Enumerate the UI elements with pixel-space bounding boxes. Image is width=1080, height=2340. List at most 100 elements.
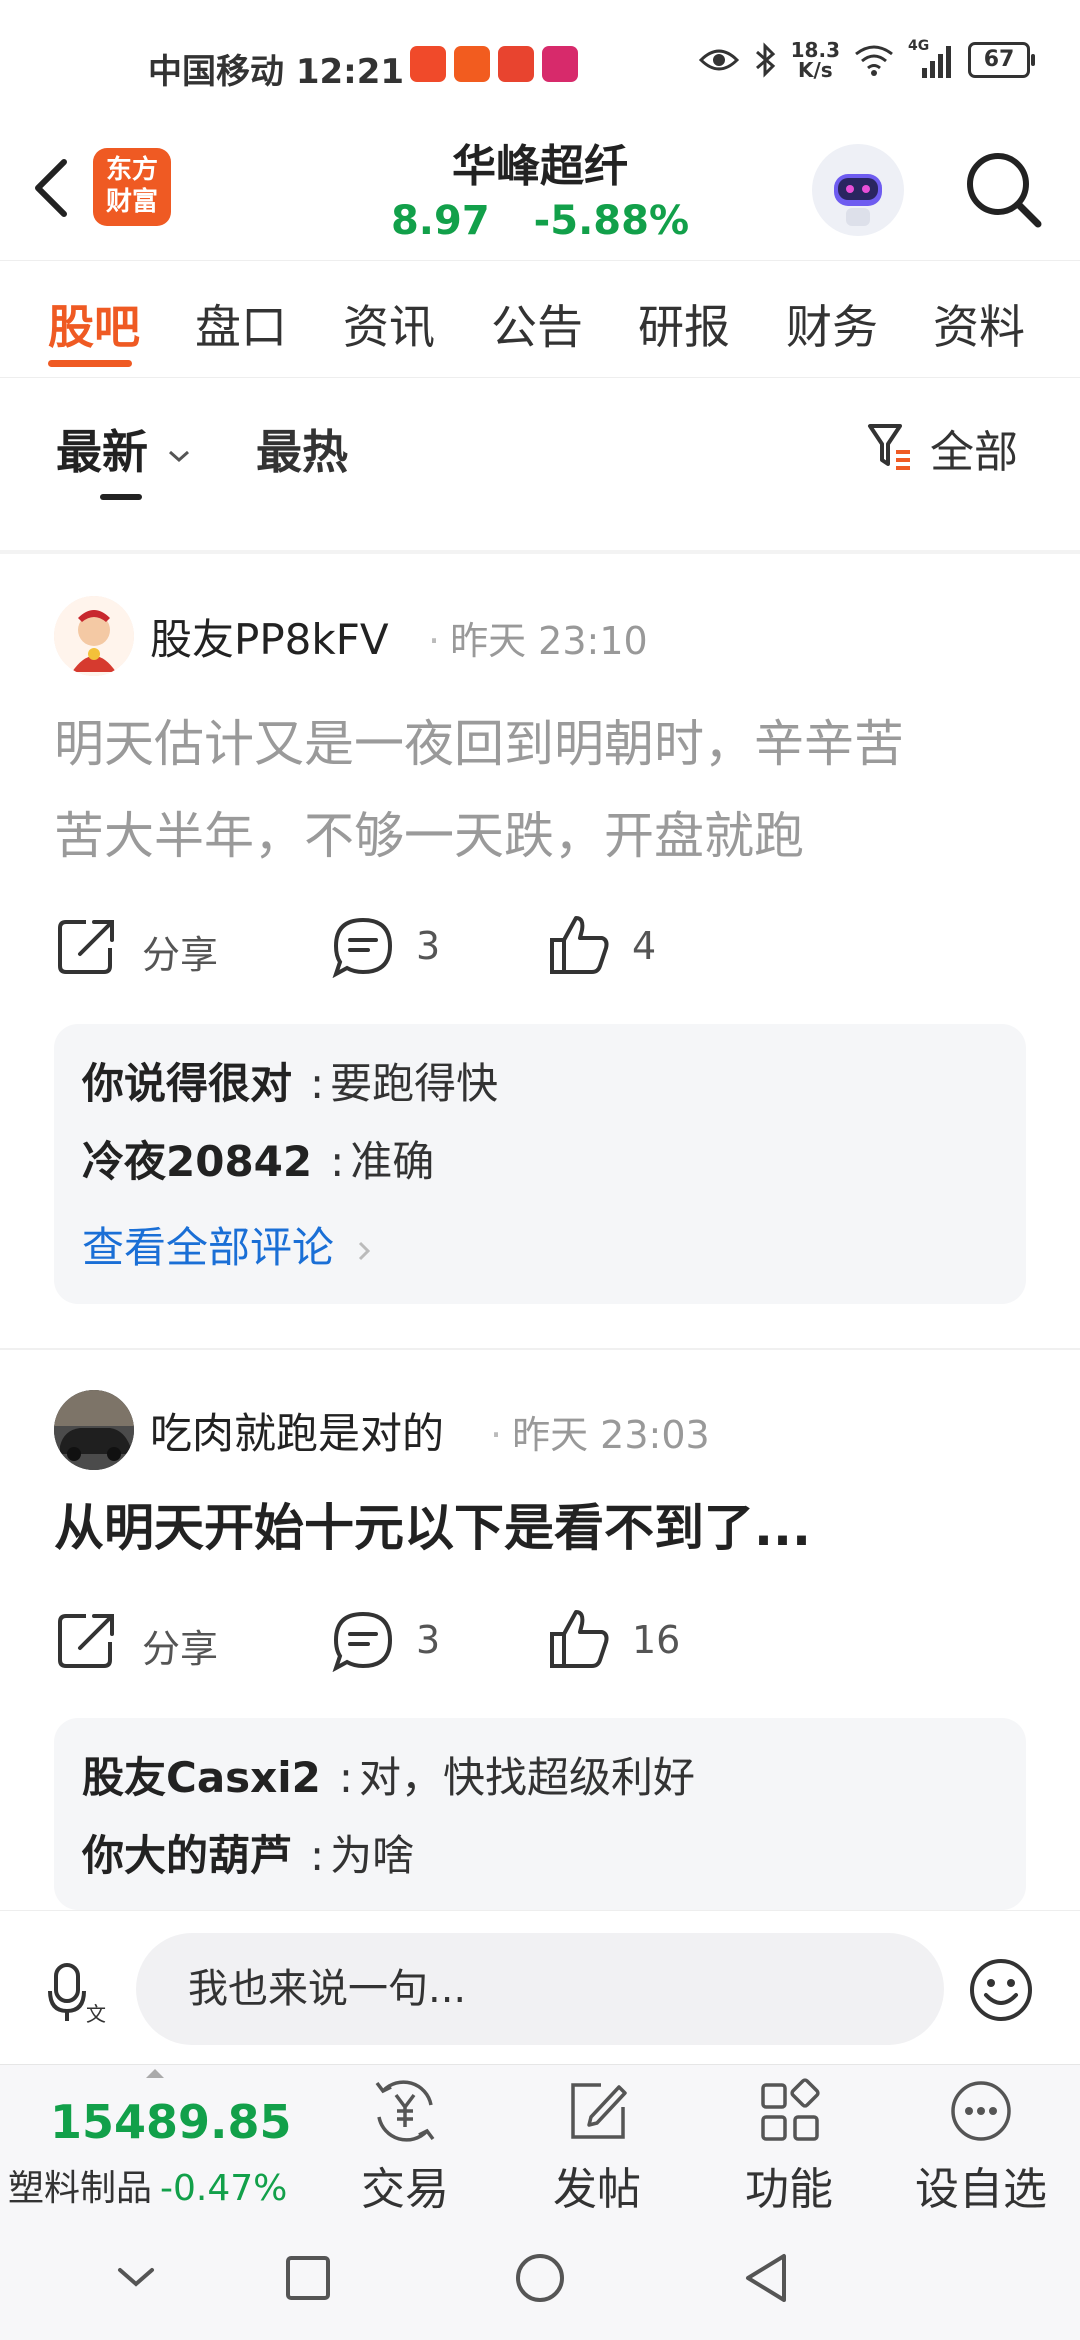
post-content[interactable]: 明天估计又是一夜回到明朝时，辛辛苦 苦大半年，不够一天跌，开盘就跑 bbox=[54, 698, 904, 882]
grid-icon bbox=[761, 2078, 820, 2141]
comment-item[interactable]: 你说得很对: 要跑得快 bbox=[82, 1050, 498, 1111]
comment-count[interactable]: 3 bbox=[416, 924, 440, 968]
sort-active-indicator bbox=[100, 494, 142, 500]
section-tabs: 股吧 盘口 资讯 公告 研报 财务 资料 bbox=[0, 260, 1080, 378]
app-notification-icon bbox=[498, 46, 534, 82]
comment-preview[interactable]: 你说得很对: 要跑得快 冷夜20842: 准确 查看全部评论 bbox=[54, 1024, 1026, 1304]
tab-research[interactable]: 研报 bbox=[638, 291, 730, 357]
bottom-toolbar: 15489.85 塑料制品 -0.47% 交易 发帖 功能 设自选 bbox=[0, 2064, 1080, 2215]
share-label[interactable]: 分享 bbox=[142, 924, 218, 979]
voice-input-icon[interactable]: 文 bbox=[46, 1961, 108, 2023]
share-label[interactable]: 分享 bbox=[142, 1618, 218, 1673]
home-icon[interactable] bbox=[512, 2250, 568, 2306]
speed-unit: K/s bbox=[797, 58, 833, 82]
commenter-name: 你说得很对 bbox=[82, 1059, 293, 1108]
like-count[interactable]: 16 bbox=[632, 1618, 680, 1662]
tab-guba[interactable]: 股吧 bbox=[48, 291, 140, 357]
back-triangle-icon[interactable] bbox=[740, 2250, 796, 2306]
eye-icon bbox=[698, 49, 739, 71]
comment-item[interactable]: 你大的葫芦: 为啥 bbox=[82, 1822, 414, 1883]
post-content-line: 明天估计又是一夜回到明朝时，辛辛苦 bbox=[54, 715, 904, 773]
sector-index-value: 15489.85 bbox=[50, 2095, 292, 2149]
filter-icon[interactable] bbox=[866, 420, 914, 472]
app-notification-icon bbox=[454, 46, 490, 82]
comment-input-bar: 文 bbox=[0, 1910, 1080, 2065]
post-content[interactable]: 从明天开始十元以下是看不到了... bbox=[54, 1488, 811, 1568]
expand-caret-icon[interactable] bbox=[146, 2069, 164, 2078]
avatar[interactable] bbox=[54, 596, 134, 676]
sort-bar: 最新 最热 全部 bbox=[0, 376, 1080, 550]
speed-value: 18.3 bbox=[790, 38, 840, 62]
recent-apps-icon[interactable] bbox=[280, 2250, 336, 2306]
clock: 12:21 bbox=[295, 52, 405, 92]
comment-item[interactable]: 股友Casxi2: 对，快找超级利好 bbox=[82, 1744, 695, 1805]
assistant-robot-avatar[interactable] bbox=[812, 144, 904, 236]
stock-header: 东方 财富 华峰超纤 8.97 -5.88% bbox=[0, 130, 1080, 260]
sector-name: 塑料制品 bbox=[8, 2168, 153, 2209]
app-notification-icon bbox=[542, 46, 578, 82]
comment-count[interactable]: 3 bbox=[416, 1618, 440, 1662]
section-divider bbox=[0, 550, 1080, 554]
post-time-text: 昨天 23:10 bbox=[450, 619, 648, 663]
comment-separator: : bbox=[338, 1753, 354, 1802]
avatar-image-icon bbox=[54, 1390, 134, 1470]
more-icon bbox=[951, 2081, 1011, 2141]
comment-text: 要跑得快 bbox=[330, 1059, 499, 1108]
search-icon[interactable] bbox=[958, 144, 1048, 234]
comment-text: 对，快找超级利好 bbox=[359, 1753, 696, 1802]
add-watchlist-button[interactable]: 设自选 bbox=[906, 2075, 1056, 2217]
sort-hot-button[interactable]: 最热 bbox=[256, 416, 348, 482]
tab-profile[interactable]: 资料 bbox=[933, 291, 1025, 357]
like-icon[interactable] bbox=[548, 1608, 610, 1670]
comment-separator: : bbox=[310, 1059, 325, 1108]
svg-text:文: 文 bbox=[86, 2002, 106, 2023]
post-author[interactable]: 股友PP8kFV bbox=[150, 606, 389, 667]
carrier-label: 中国移动 bbox=[148, 52, 284, 92]
battery-icon: 67 bbox=[968, 42, 1035, 78]
stock-name: 华峰超纤 bbox=[452, 141, 628, 192]
app-notification-icon bbox=[410, 46, 446, 82]
comment-text: 为啥 bbox=[330, 1831, 415, 1880]
bluetooth-icon bbox=[755, 42, 775, 78]
see-all-comments-link[interactable]: 查看全部评论 bbox=[82, 1214, 373, 1275]
functions-button[interactable]: 功能 bbox=[714, 2075, 864, 2217]
carrier-time: 中国移动 12:21 bbox=[148, 44, 404, 93]
share-icon[interactable] bbox=[56, 1610, 118, 1672]
comment-input[interactable] bbox=[136, 1933, 944, 2045]
tab-news[interactable]: 资讯 bbox=[343, 291, 435, 357]
comment-item[interactable]: 冷夜20842: 准确 bbox=[82, 1128, 434, 1189]
sort-latest-button[interactable]: 最新 bbox=[56, 416, 192, 482]
notification-icons bbox=[410, 46, 578, 82]
comment-icon[interactable] bbox=[332, 916, 394, 978]
filter-all-button[interactable]: 全部 bbox=[930, 416, 1018, 480]
avatar[interactable] bbox=[54, 1390, 134, 1470]
comment-icon[interactable] bbox=[332, 1610, 394, 1672]
tab-announcements[interactable]: 公告 bbox=[491, 291, 583, 357]
cellular-signal-icon: 4G bbox=[908, 38, 954, 78]
like-count[interactable]: 4 bbox=[632, 924, 656, 968]
like-icon[interactable] bbox=[548, 914, 610, 976]
avatar-image-icon bbox=[54, 596, 134, 676]
new-post-button[interactable]: 发帖 bbox=[522, 2075, 672, 2217]
stock-quote: 8.97 -5.88% bbox=[0, 198, 1080, 244]
share-icon[interactable] bbox=[56, 916, 118, 978]
commenter-name: 你大的葫芦 bbox=[82, 1831, 293, 1880]
post-author[interactable]: 吃肉就跑是对的 bbox=[150, 1400, 444, 1461]
tab-finance[interactable]: 财务 bbox=[786, 291, 878, 357]
sector-index-label: 塑料制品 -0.47% bbox=[8, 2159, 287, 2211]
tab-pankou[interactable]: 盘口 bbox=[195, 291, 287, 357]
active-tab-indicator bbox=[48, 360, 132, 367]
network-speed: 18.3 K/s bbox=[791, 40, 840, 80]
chevron-right-icon bbox=[359, 1241, 371, 1260]
emoji-icon[interactable] bbox=[968, 1957, 1034, 2023]
commenter-name: 冷夜20842 bbox=[82, 1137, 313, 1186]
commenter-name: 股友Casxi2 bbox=[82, 1753, 321, 1802]
comment-preview[interactable]: 股友Casxi2: 对，快找超级利好 你大的葫芦: 为啥 bbox=[54, 1718, 1026, 1910]
post-content-line: 从明天开始十元以下是看不到了... bbox=[54, 1499, 811, 1557]
trade-button[interactable]: 交易 bbox=[330, 2075, 480, 2217]
post-content-line: 苦大半年，不够一天跌，开盘就跑 bbox=[54, 807, 804, 865]
yen-exchange-icon bbox=[375, 2080, 435, 2142]
chevron-down-icon[interactable] bbox=[108, 2250, 164, 2306]
network-type: 4G bbox=[908, 38, 930, 54]
comment-text: 准确 bbox=[350, 1137, 435, 1186]
